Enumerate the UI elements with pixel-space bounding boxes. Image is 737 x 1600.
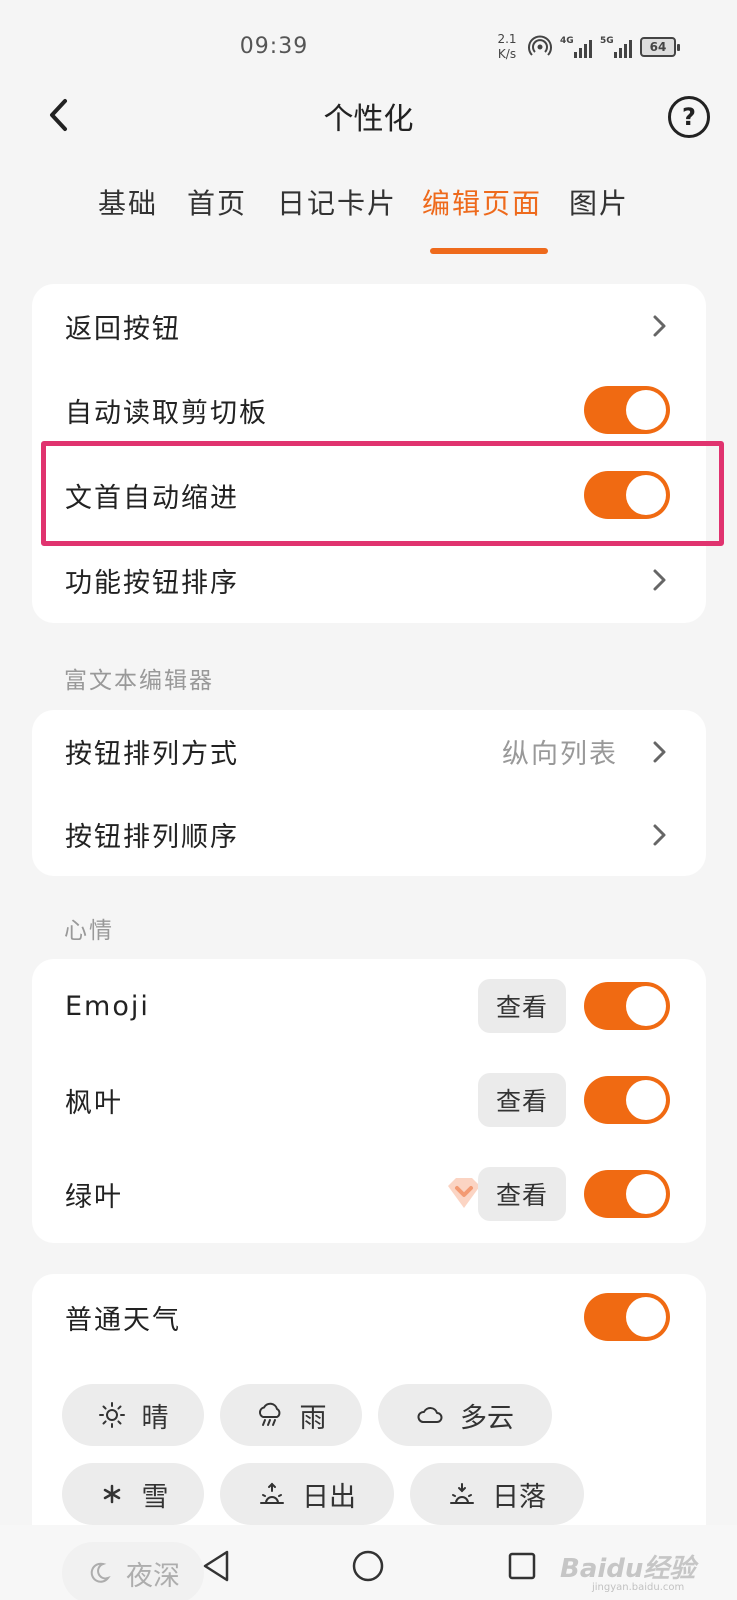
weather-chip-cloudy[interactable]: 多云 (378, 1384, 552, 1446)
weather-chip-snow[interactable]: 雪 (62, 1463, 204, 1525)
weather-toggle[interactable] (584, 1293, 670, 1341)
watermark: Baidu经验 (560, 1554, 696, 1584)
auto-read-clipboard-row: 自动读取剪切板 (32, 368, 706, 452)
maple-toggle[interactable] (584, 1076, 670, 1124)
page-title: 个性化 (323, 102, 414, 137)
row-label: 功能按钮排序 (65, 567, 239, 599)
button-layout-value: 纵向列表 (502, 739, 618, 770)
active-tab-indicator (430, 248, 548, 254)
moon-icon (90, 1562, 111, 1583)
snowflake-icon (103, 1484, 120, 1504)
row-label: 按钮排列方式 (65, 739, 239, 770)
section-title-mood: 心情 (64, 918, 114, 944)
view-button[interactable]: 查看 (478, 1073, 566, 1127)
row-label: 返回按钮 (65, 313, 181, 345)
weather-chip-night[interactable]: 夜深 (62, 1542, 204, 1600)
nav-home-button[interactable] (348, 1546, 388, 1586)
button-layout-row[interactable]: 按钮排列方式 纵向列表 (32, 710, 706, 793)
rich-text-card: 按钮排列方式 纵向列表 按钮排列顺序 (32, 710, 706, 876)
view-button[interactable]: 查看 (478, 1167, 566, 1221)
back-button-setting-row[interactable]: 返回按钮 (32, 284, 706, 368)
sunset-icon (450, 1483, 474, 1504)
status-bar: 09:39 2.1 K/s 4G 5G 64 (0, 0, 737, 90)
chevron-right-icon (653, 569, 666, 591)
tab-bar: 基础 首页 日记卡片 编辑页面 图片 (0, 182, 737, 254)
auto-indent-row: 文首自动缩进 (32, 452, 706, 538)
hotspot-icon (528, 35, 552, 56)
chip-label: 日落 (492, 1481, 546, 1513)
chip-label: 雨 (299, 1402, 327, 1434)
toggle-knob (626, 475, 666, 515)
green-leaf-toggle[interactable] (584, 1170, 670, 1218)
nav-recents-button[interactable] (502, 1546, 542, 1586)
toggle-knob (626, 390, 666, 430)
chip-label: 日出 (302, 1481, 356, 1513)
signal-4g-icon: 4G (560, 36, 592, 58)
cloud-icon (417, 1407, 443, 1423)
emoji-toggle[interactable] (584, 982, 670, 1030)
sun-icon (98, 1402, 125, 1428)
rain-cloud-icon (258, 1402, 280, 1426)
weather-chip-rain[interactable]: 雨 (220, 1384, 362, 1446)
editor-settings-card: 返回按钮 自动读取剪切板 文首自动缩进 功能按钮排序 (32, 284, 706, 623)
toggle-knob (626, 1174, 666, 1214)
chevron-right-icon (653, 741, 666, 762)
chip-label: 多云 (460, 1402, 514, 1434)
mood-row-maple: 枫叶 查看 (32, 1053, 706, 1147)
weather-chip-sunset[interactable]: 日落 (410, 1463, 584, 1525)
status-time: 09:39 (239, 34, 309, 59)
chevron-right-icon (653, 824, 666, 845)
weather-row: 普通天气 (32, 1274, 706, 1360)
battery-icon: 64 (640, 37, 680, 57)
chip-label: 雪 (141, 1481, 169, 1513)
weather-chip-sunrise[interactable]: 日出 (220, 1463, 394, 1525)
row-label: 按钮排列顺序 (65, 822, 239, 853)
view-button[interactable]: 查看 (478, 979, 566, 1033)
mood-row-green-leaf: 绿叶 查看 (32, 1147, 706, 1241)
row-label: 枫叶 (65, 1087, 123, 1119)
tab-home[interactable]: 首页 (187, 182, 247, 222)
row-label: Emoji (65, 990, 150, 1022)
tab-edit-page[interactable]: 编辑页面 (422, 182, 542, 222)
row-label: 自动读取剪切板 (65, 397, 268, 429)
row-label: 普通天气 (65, 1304, 181, 1336)
chevron-right-icon (653, 315, 666, 337)
network-speed: 2.1 K/s (497, 32, 517, 61)
function-button-order-row[interactable]: 功能按钮排序 (32, 538, 706, 622)
toggle-knob (626, 1297, 666, 1337)
row-label: 绿叶 (65, 1181, 123, 1213)
chip-label: 晴 (141, 1402, 169, 1434)
watermark-url: jingyan.baidu.com (592, 1582, 685, 1593)
toggle-knob (626, 1080, 666, 1120)
signal-5g-icon: 5G (600, 36, 632, 58)
sunrise-icon (260, 1482, 284, 1504)
chip-label: 夜深 (126, 1560, 180, 1592)
toggle-knob (626, 986, 666, 1026)
button-order-row[interactable]: 按钮排列顺序 (32, 793, 706, 876)
tab-images[interactable]: 图片 (569, 182, 629, 222)
circle-home-icon (352, 1550, 384, 1582)
tab-basic[interactable]: 基础 (98, 182, 158, 222)
weather-chip-sunny[interactable]: 晴 (62, 1384, 204, 1446)
square-recents-icon (508, 1552, 536, 1580)
triangle-back-icon (203, 1550, 229, 1582)
section-title-rich-text: 富文本编辑器 (64, 668, 214, 694)
help-button[interactable]: ? (668, 96, 710, 138)
auto-indent-toggle[interactable] (584, 471, 670, 519)
mood-row-emoji: Emoji 查看 (32, 959, 706, 1053)
tab-diary-card[interactable]: 日记卡片 (277, 182, 397, 222)
mood-card: Emoji 查看 枫叶 查看 绿叶 查看 (32, 959, 706, 1243)
status-indicators: 2.1 K/s 4G 5G 64 (494, 32, 680, 62)
auto-read-clipboard-toggle[interactable] (584, 386, 670, 434)
help-icon: ? (682, 103, 696, 131)
nav-back-button[interactable] (196, 1546, 236, 1586)
row-label: 文首自动缩进 (65, 482, 239, 514)
